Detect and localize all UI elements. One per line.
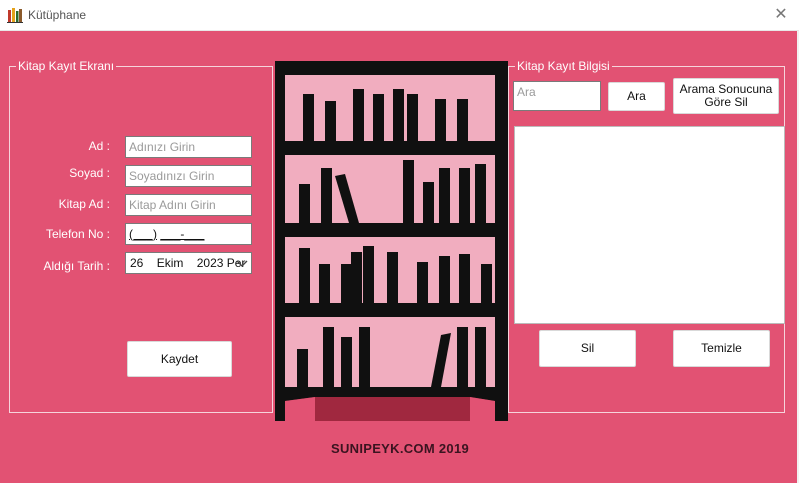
- name-label: Ad :: [88, 139, 110, 153]
- clear-button[interactable]: Temizle: [673, 330, 770, 367]
- name-input[interactable]: Adınızı Girin: [125, 136, 252, 158]
- book-name-label: Kitap Ad :: [58, 197, 110, 211]
- search-button[interactable]: Ara: [608, 82, 665, 111]
- surname-label: Soyad :: [69, 166, 110, 180]
- date-label: Aldığı Tarih :: [43, 259, 110, 273]
- phone-mask-area: (___): [129, 227, 158, 241]
- phone-mask-number: ___-___: [160, 227, 205, 241]
- phone-input[interactable]: (___) ___-___: [125, 223, 252, 245]
- book-info-group-title: Kitap Kayıt Bilgisi: [515, 59, 612, 73]
- records-listbox[interactable]: [514, 126, 785, 324]
- book-name-input[interactable]: Kitap Adını Girin: [125, 194, 252, 216]
- title-bar: Kütüphane ✕: [0, 0, 799, 31]
- chevron-down-icon[interactable]: [236, 257, 248, 269]
- surname-input[interactable]: Soyadınızı Girin: [125, 165, 252, 187]
- date-day: 26: [130, 256, 144, 270]
- window-title: Kütüphane: [28, 8, 87, 22]
- close-button[interactable]: ✕: [769, 4, 793, 26]
- books-icon: [7, 8, 23, 23]
- phone-label: Telefon No :: [45, 227, 110, 241]
- save-button[interactable]: Kaydet: [127, 341, 232, 377]
- bookshelf-illustration: [275, 61, 508, 421]
- footer-text: SUNIPEYK.COM 2019: [330, 441, 470, 456]
- date-month: Ekim: [156, 256, 184, 270]
- book-registration-group-title: Kitap Kayıt Ekranı: [16, 59, 117, 73]
- date-picker[interactable]: 26 Ekim 2023 Per: [125, 252, 252, 274]
- delete-button[interactable]: Sil: [539, 330, 636, 367]
- delete-by-search-button[interactable]: Arama Sonucuna Göre Sil: [673, 78, 779, 114]
- search-input[interactable]: Ara: [513, 81, 601, 111]
